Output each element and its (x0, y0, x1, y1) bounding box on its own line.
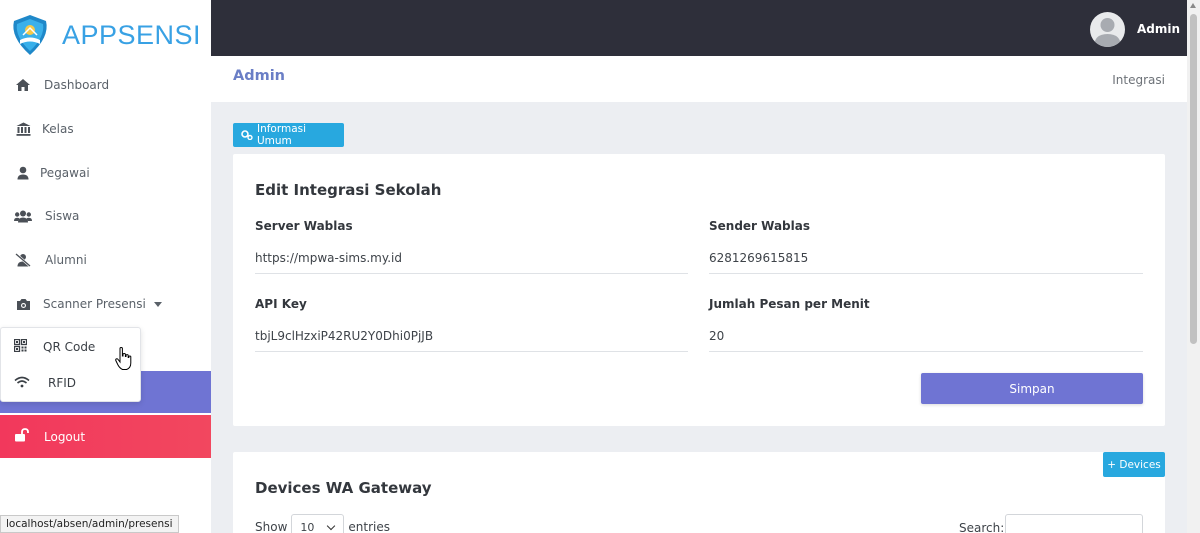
sidebar-item-pegawai[interactable]: Pegawai (0, 153, 211, 193)
sender-wablas-label: Sender Wablas (709, 219, 810, 233)
informasi-umum-label: Informasi Umum (256, 123, 307, 147)
pesan-per-menit-label: Jumlah Pesan per Menit (709, 297, 870, 311)
entries-select-value: 10 (300, 520, 315, 533)
entries-select[interactable]: 10 (291, 514, 345, 533)
brand-name: APPSENSI (62, 19, 202, 50)
hand-cursor-icon (115, 347, 132, 370)
api-key-input[interactable]: tbjL9clHzxiP42RU2Y0Dhi0PjJB (255, 329, 433, 343)
server-wablas-underline (255, 273, 688, 274)
add-devices-button[interactable]: + Devices (1103, 452, 1165, 477)
devices-title: Devices WA Gateway (255, 479, 432, 497)
form-title: Edit Integrasi Sekolah (255, 181, 442, 199)
sidebar-item-label: Scanner Presensi (43, 297, 146, 311)
pesan-per-menit-input[interactable]: 20 (709, 329, 724, 343)
avatar[interactable] (1090, 12, 1125, 47)
menu-item-label: QR Code (43, 340, 96, 354)
user-icon (14, 164, 32, 182)
menu-item-label: RFID (48, 376, 77, 390)
camera-icon (14, 295, 32, 313)
sidebar-item-alumni[interactable]: Alumni (0, 240, 211, 280)
scrollbar[interactable] (1187, 0, 1200, 533)
browser-status-url: localhost/absen/admin/presensi (0, 515, 179, 533)
sidebar-item-scanner-presensi[interactable]: Scanner Presensi (0, 284, 211, 324)
api-key-underline (255, 351, 688, 352)
avatar-icon (1094, 18, 1121, 47)
sidebar-item-label: Alumni (45, 253, 87, 267)
sender-wablas-input[interactable]: 6281269615815 (709, 251, 808, 265)
chevron-down-icon (153, 302, 162, 307)
logout-button[interactable]: Logout (0, 415, 211, 458)
entries-length-control: Show 10 entries (255, 514, 390, 533)
search-label: Search: (959, 521, 1005, 533)
search-input[interactable] (1005, 514, 1143, 533)
user-slash-icon (14, 251, 32, 269)
logout-label: Logout (44, 429, 86, 444)
sidebar: APPSENSI Dashboard Kelas Pegawai Siswa A… (0, 0, 211, 533)
sidebar-item-siswa[interactable]: Siswa (0, 196, 211, 236)
page-title: Admin (233, 68, 286, 84)
sidebar-item-label-wrap: Scanner Presensi (43, 297, 162, 311)
topbar: Admin (211, 0, 1187, 56)
home-icon (14, 76, 32, 94)
scroll-thumb[interactable] (1190, 14, 1197, 344)
entries-label: entries (348, 520, 390, 533)
cogs-icon (241, 130, 253, 140)
scroll-up-arrow[interactable] (1190, 3, 1196, 8)
unlock-icon (14, 428, 30, 445)
logo-icon (13, 15, 47, 55)
sidebar-item-dashboard[interactable]: Dashboard (0, 65, 211, 105)
sidebar-item-label: Pegawai (40, 166, 90, 180)
sidebar-item-label: Siswa (45, 209, 80, 223)
breadcrumb: Integrasi (1112, 73, 1165, 87)
sidebar-item-label: Dashboard (44, 78, 110, 92)
qrcode-icon (13, 338, 28, 355)
show-label: Show (255, 520, 288, 533)
sidebar-item-kelas[interactable]: Kelas (0, 109, 211, 149)
bank-icon (14, 120, 32, 138)
simpan-button[interactable]: Simpan (921, 373, 1143, 404)
users-icon (14, 207, 32, 225)
user-name[interactable]: Admin (1137, 22, 1180, 36)
brand[interactable]: APPSENSI (0, 0, 211, 70)
pesan-per-menit-underline (709, 351, 1143, 352)
sidebar-item-label: Kelas (42, 122, 74, 136)
chevron-down-icon (327, 521, 336, 531)
page-header: Admin Integrasi (211, 56, 1187, 102)
informasi-umum-button[interactable]: Informasi Umum (233, 123, 344, 147)
api-key-label: API Key (255, 297, 307, 311)
wifi-icon (14, 376, 30, 391)
server-wablas-label: Server Wablas (255, 219, 353, 233)
server-wablas-input[interactable]: https://mpwa-sims.my.id (255, 251, 402, 265)
sender-wablas-underline (709, 273, 1143, 274)
